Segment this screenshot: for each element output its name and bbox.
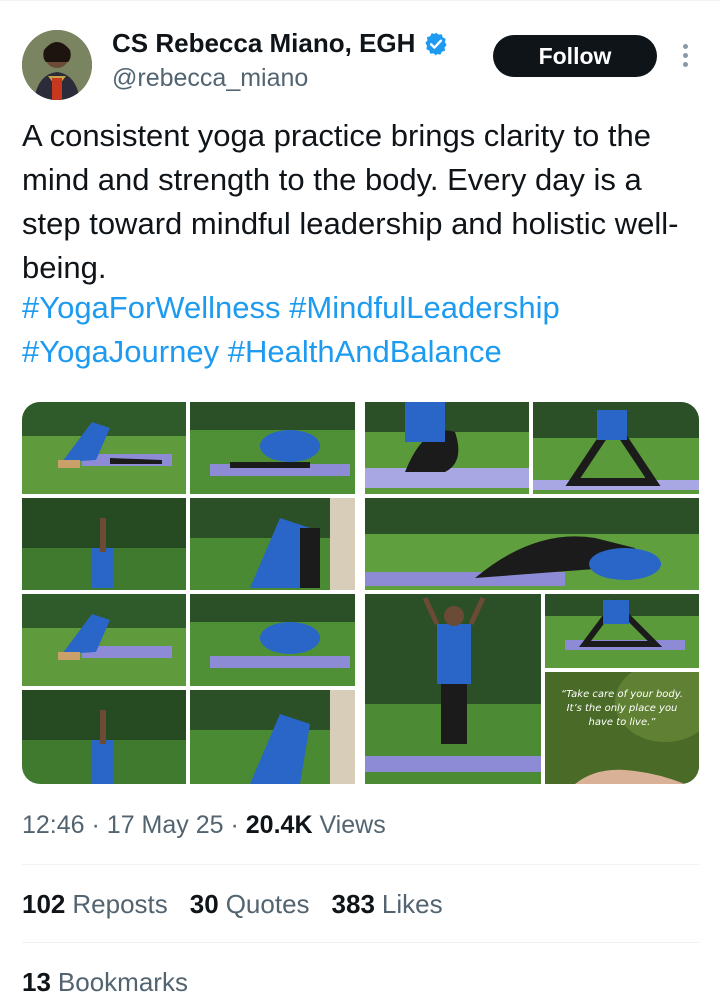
yoga-photo[interactable] [190,690,355,784]
avatar[interactable] [22,30,92,100]
tweet-time[interactable]: 12:46 [22,811,85,839]
tweet-text: A consistent yoga practice brings clarit… [22,118,679,285]
reposts-stat[interactable]: 102 Reposts [22,889,168,920]
bookmarks-stat[interactable]: 13 Bookmarks [22,967,188,998]
quote-card-text: “Take care of your body. It’s the only p… [560,689,684,728]
tweet-date[interactable]: 17 May 25 [107,811,224,839]
follow-button[interactable]: Follow [493,35,657,77]
yoga-photo[interactable] [190,594,355,686]
author-name-row[interactable]: CS Rebecca Miano, EGH [112,28,449,59]
yoga-photo[interactable] [365,594,541,784]
yoga-photo[interactable] [545,594,699,668]
divider [22,864,699,865]
yoga-photo[interactable] [22,498,186,590]
quote-card[interactable]: “Take care of your body. It’s the only p… [545,672,699,784]
divider [22,942,699,943]
hashtag-link[interactable]: #MindfulLeadership [289,290,560,325]
author-name[interactable]: CS Rebecca Miano, EGH [112,28,415,59]
engagement-stats: 102 Reposts 30 Quotes 383 Likes [22,889,443,920]
likes-stat[interactable]: 383 Likes [332,889,443,920]
views-count: 20.4K [245,811,313,839]
yoga-photo[interactable] [22,402,186,494]
yoga-photo[interactable] [22,594,186,686]
views-label: Views [319,811,386,839]
yoga-photo[interactable] [365,402,529,494]
yoga-photo[interactable] [22,690,186,784]
yoga-photo[interactable] [533,402,699,494]
top-divider [0,0,720,1]
yoga-photo[interactable] [365,498,699,590]
author-handle[interactable]: @rebecca_miano [112,64,308,93]
yoga-photo[interactable] [190,402,355,494]
tweet-hashtags: #YogaForWellness #MindfulLeadership #Yog… [22,286,702,374]
quotes-stat[interactable]: 30 Quotes [190,889,310,920]
hashtag-link[interactable]: #YogaJourney [22,334,219,369]
hashtag-link[interactable]: #YogaForWellness [22,290,281,325]
yoga-photo[interactable] [190,498,355,590]
media-collage[interactable]: “Take care of your body. It’s the only p… [22,402,699,784]
tweet-meta: 12:46 · 17 May 25 · 20.4K Views [22,811,386,839]
hashtag-link[interactable]: #HealthAndBalance [228,334,502,369]
more-options-icon[interactable] [678,44,692,70]
avatar-image [22,30,92,100]
verified-badge-icon [425,32,448,55]
